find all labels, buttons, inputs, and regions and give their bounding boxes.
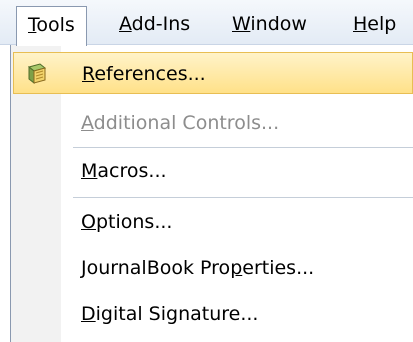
menu-item-options-label: Options... (81, 211, 173, 233)
menu-item-macros[interactable]: Macros... (11, 150, 413, 192)
menu-item-options[interactable]: Options... (11, 201, 413, 243)
menu-separator (73, 197, 413, 198)
menu-window[interactable]: Window (232, 9, 307, 39)
menu-item-journalbook-properties-label: JournalBook Properties... (81, 257, 315, 279)
menu-tools-label: ools (36, 14, 75, 36)
menu-help-accel: H (353, 13, 368, 35)
menu-window-accel: W (232, 13, 251, 35)
menu-window-label: indow (250, 13, 307, 35)
menu-add-ins[interactable]: Add-Ins (119, 9, 190, 39)
tools-dropdown-menu: References... Additional Controls... Mac… (10, 45, 413, 342)
menu-add-ins-label: dd-Ins (131, 13, 191, 35)
menu-item-references-label: References... (82, 63, 206, 85)
menu-help[interactable]: Help (353, 9, 396, 39)
vba-editor-window: Tools Add-Ins Window Help References... … (0, 0, 413, 342)
menu-separator (73, 147, 413, 148)
menu-help-label: elp (367, 13, 397, 35)
menu-item-additional-controls: Additional Controls... (11, 102, 413, 144)
references-book-icon (27, 63, 47, 85)
menu-item-digital-signature[interactable]: Digital Signature... (11, 293, 413, 335)
menu-item-references[interactable]: References... (13, 52, 413, 94)
menu-tools[interactable]: Tools (16, 6, 87, 46)
menu-item-digital-signature-label: Digital Signature... (81, 303, 259, 325)
menu-add-ins-accel: A (119, 13, 132, 35)
menu-bar: Tools Add-Ins Window Help (0, 0, 413, 46)
menu-item-macros-label: Macros... (81, 160, 167, 182)
menu-item-journalbook-properties[interactable]: JournalBook Properties... (11, 247, 413, 289)
menu-item-additional-controls-label: Additional Controls... (81, 112, 280, 134)
